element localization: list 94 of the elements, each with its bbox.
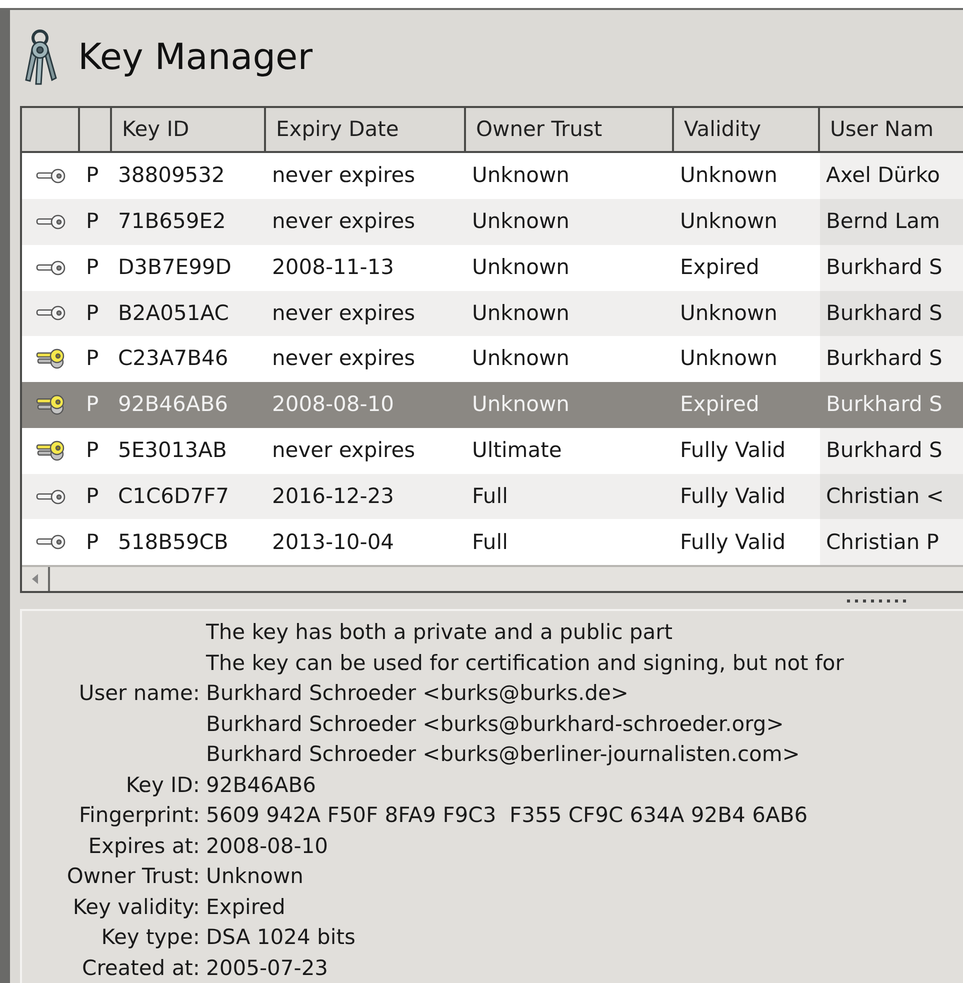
detail-label: User name: bbox=[78, 680, 200, 707]
column-header[interactable]: Owner Trust bbox=[466, 108, 674, 152]
table-cell: Christian P bbox=[820, 519, 963, 566]
table-cell-text: 71B659E2 bbox=[117, 208, 227, 236]
table-cell-text: Ultimate bbox=[471, 437, 563, 464]
table-cell-text: Unknown bbox=[471, 208, 570, 236]
table-cell-text: 38809532 bbox=[117, 162, 226, 190]
table-cell-text: Expired bbox=[679, 391, 760, 418]
detail-value: DSA 1024 bits bbox=[206, 924, 356, 951]
detail-label: Created at: bbox=[82, 954, 200, 982]
table-cell-text: P bbox=[85, 162, 100, 190]
table-cell-text: never expires bbox=[271, 162, 416, 190]
table-cell-text: 518B59CB bbox=[117, 528, 230, 556]
detail-value: The key can be used for certification and signing, but not for bbox=[206, 650, 845, 676]
window-title: Key Manager bbox=[78, 36, 313, 80]
table-cell-text: 2013-10-04 bbox=[271, 528, 396, 556]
detail-value: 2008-08-10 bbox=[206, 832, 330, 860]
table-cell-text: C1C6D7F7 bbox=[117, 482, 230, 510]
detail-value: 5609 942A F50F 8FA9 F9C3 F355 CF9C 634A 92B4 6AB6 bbox=[206, 802, 809, 829]
key-pair-icon bbox=[36, 394, 66, 416]
table-cell-text: never expires bbox=[271, 437, 416, 464]
table-cell-text: Expired bbox=[679, 254, 760, 281]
table-cell-text: Unknown bbox=[471, 254, 570, 281]
column-header[interactable]: Key ID bbox=[112, 108, 266, 152]
key-pair-icon bbox=[36, 348, 66, 370]
table-cell-text: P bbox=[85, 482, 100, 510]
table-row[interactable]: P C1C6D7F7 2016-12-23 Full Fully Valid Christian < bbox=[22, 474, 963, 520]
table-cell-text: P bbox=[85, 254, 100, 281]
detail-value: Unknown bbox=[206, 863, 304, 890]
table-cell-text: Unknown bbox=[679, 162, 778, 190]
table-cell-text: 2008-11-13 bbox=[271, 254, 396, 281]
key-icon bbox=[36, 488, 66, 506]
detail-value: Burkhard Schroeder <burks@berliner-journalisten.com> bbox=[206, 741, 801, 768]
table-cell-text: never expires bbox=[271, 300, 416, 327]
detail-label: Expires at: bbox=[88, 832, 200, 860]
table-cell-text: 5E3013AB bbox=[117, 437, 228, 464]
table-cell-text: Full bbox=[471, 528, 509, 556]
detail-label: Key type: bbox=[101, 924, 200, 951]
table-cell-text: 92B46AB6 bbox=[117, 391, 229, 418]
splitter-handle[interactable] bbox=[847, 599, 907, 604]
table-cell-text: 2016-12-23 bbox=[271, 482, 396, 510]
table-cell-text: B2A051AC bbox=[117, 300, 230, 327]
table-cell: Burkhard S bbox=[820, 336, 963, 382]
detail-label: Key ID: bbox=[126, 772, 200, 798]
table-cell-text: Unknown bbox=[679, 208, 778, 236]
detail-value: The key has both a private and a public part bbox=[206, 619, 674, 646]
table-cell-text: P bbox=[85, 391, 100, 418]
table-cell-text: Full bbox=[471, 482, 509, 510]
key-icon bbox=[36, 212, 66, 231]
detail-label: Owner Trust: bbox=[66, 863, 200, 890]
table-cell-text: never expires bbox=[271, 208, 416, 236]
detail-value: Burkhard Schroeder <burks@burks.de> bbox=[206, 680, 630, 707]
table-cell-text: Unknown bbox=[471, 162, 570, 190]
detail-value: 2005-07-23 bbox=[206, 954, 330, 982]
table-cell-text: Unknown bbox=[471, 345, 570, 372]
table-cell-text: P bbox=[85, 208, 100, 236]
table-cell-text: Unknown bbox=[679, 345, 778, 372]
table-cell: Burkhard S bbox=[820, 244, 963, 291]
table-cell: Axel Dürko bbox=[820, 153, 963, 200]
table-cell-text: P bbox=[85, 528, 100, 556]
table-cell-text: Unknown bbox=[471, 391, 570, 418]
table-cell-text: P bbox=[85, 437, 100, 464]
key-icon bbox=[36, 167, 66, 186]
table-cell: Burkhard S bbox=[820, 428, 963, 474]
table-cell-text: 2008-08-10 bbox=[271, 391, 396, 418]
table-cell-text: Fully Valid bbox=[679, 437, 787, 464]
key-icon bbox=[36, 258, 66, 277]
table-cell: Christian < bbox=[820, 474, 963, 520]
table-cell-text: C23A7B46 bbox=[117, 345, 230, 372]
detail-value: Expired bbox=[206, 894, 286, 920]
column-header[interactable]: User Nam bbox=[820, 108, 963, 152]
detail-label: Fingerprint: bbox=[79, 802, 200, 829]
horizontal-scrollbar[interactable] bbox=[22, 565, 963, 592]
table-cell-text: Fully Valid bbox=[679, 528, 787, 556]
column-header[interactable]: Expiry Date bbox=[266, 108, 466, 152]
table-cell-text: Unknown bbox=[679, 300, 778, 327]
table-cell-text: P bbox=[85, 300, 100, 327]
detail-value: Burkhard Schroeder <burks@burkhard-schroeder.org> bbox=[206, 710, 785, 738]
table-cell-text: never expires bbox=[271, 345, 416, 372]
table-cell: Burkhard S bbox=[820, 290, 963, 336]
detail-value: 92B46AB6 bbox=[206, 772, 317, 798]
left-arrow-icon bbox=[32, 574, 38, 584]
key-pair-icon bbox=[36, 440, 66, 462]
table-cell-text: Fully Valid bbox=[679, 482, 787, 510]
table-row[interactable]: P 71B659E2 never expires Unknown Unknown Bernd Lam bbox=[22, 199, 963, 245]
key-icon bbox=[36, 304, 66, 322]
detail-label: Key validity: bbox=[72, 894, 200, 920]
column-header[interactable]: Validity bbox=[674, 108, 820, 152]
table-cell: Bernd Lam bbox=[820, 199, 963, 245]
key-icon bbox=[36, 533, 66, 552]
table-row[interactable]: P B2A051AC never expires Unknown Unknown Burkhard S bbox=[22, 290, 963, 336]
table-cell-text: P bbox=[85, 345, 100, 372]
table-cell-text: D3B7E99D bbox=[117, 254, 232, 281]
table-cell-text: Unknown bbox=[471, 300, 570, 327]
